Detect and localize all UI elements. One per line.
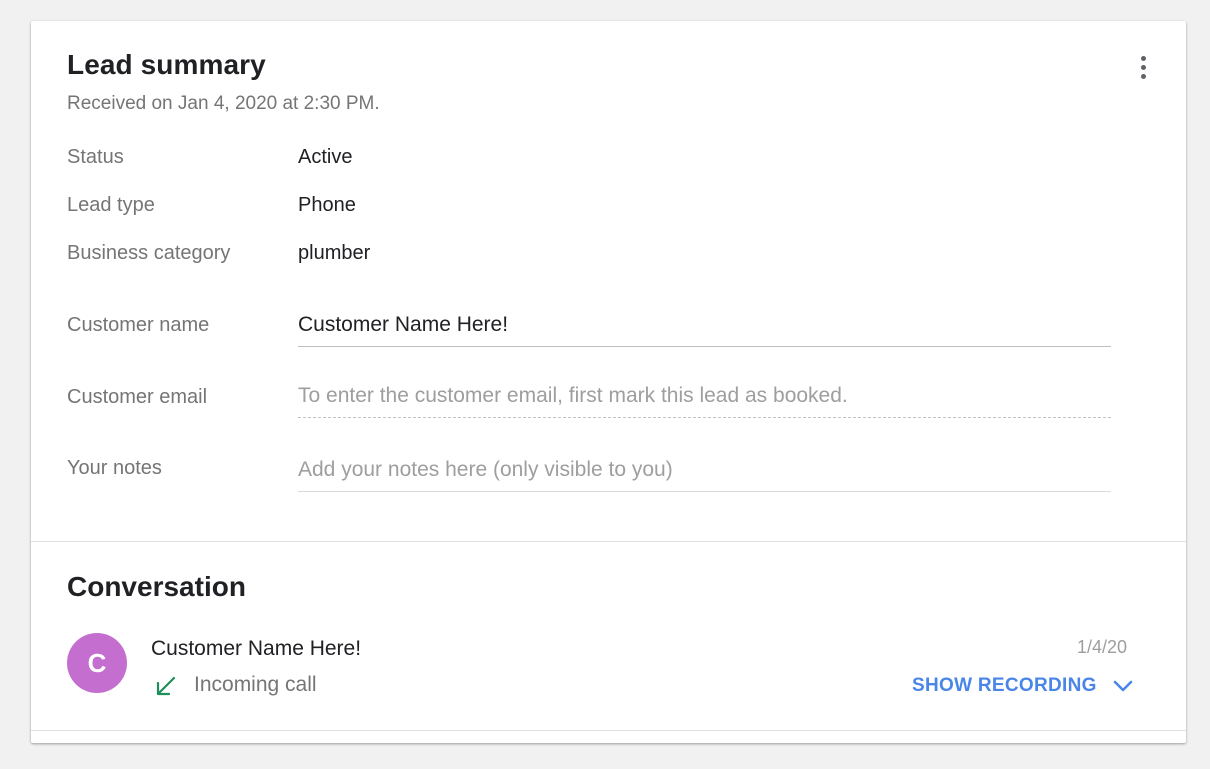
status-value: Active <box>298 146 353 168</box>
business-category-value: plumber <box>298 242 371 264</box>
bottom-divider <box>31 730 1186 731</box>
customer-name-input[interactable] <box>298 313 1111 346</box>
notes-input[interactable] <box>298 458 1111 491</box>
received-date: Received on Jan 4, 2020 at 2:30 PM. <box>67 93 380 114</box>
incoming-call-arrow-icon <box>154 675 178 699</box>
more-dot <box>1140 64 1146 70</box>
notes-label: Your notes <box>67 457 162 479</box>
show-recording-button[interactable]: SHOW RECORDING <box>912 675 1133 697</box>
section-divider <box>31 541 1186 542</box>
customer-email-label: Customer email <box>67 386 208 408</box>
business-category-label: Business category <box>67 242 231 264</box>
customer-name-label: Customer name <box>67 314 210 336</box>
conversation-date: 1/4/20 <box>1077 637 1128 657</box>
customer-name-field <box>298 313 1111 347</box>
show-recording-label: SHOW RECORDING <box>912 675 1097 696</box>
status-label: Status <box>67 146 124 168</box>
more-vert-icon[interactable] <box>1131 51 1155 83</box>
more-dot <box>1140 55 1146 61</box>
chevron-down-icon <box>1113 679 1133 693</box>
card-title: Lead summary <box>67 49 266 80</box>
customer-email-field: To enter the customer email, first mark … <box>298 384 1111 418</box>
lead-type-label: Lead type <box>67 194 155 216</box>
notes-field <box>298 458 1111 492</box>
lead-summary-card: Lead summary Received on Jan 4, 2020 at … <box>31 21 1186 743</box>
avatar: C <box>67 633 127 693</box>
customer-email-disabled-text: To enter the customer email, first mark … <box>298 384 848 407</box>
conversation-title: Conversation <box>67 571 246 602</box>
more-dot <box>1140 73 1146 79</box>
call-type: Incoming call <box>194 673 317 696</box>
lead-type-value: Phone <box>298 194 356 216</box>
conversation-customer-name: Customer Name Here! <box>151 637 362 660</box>
